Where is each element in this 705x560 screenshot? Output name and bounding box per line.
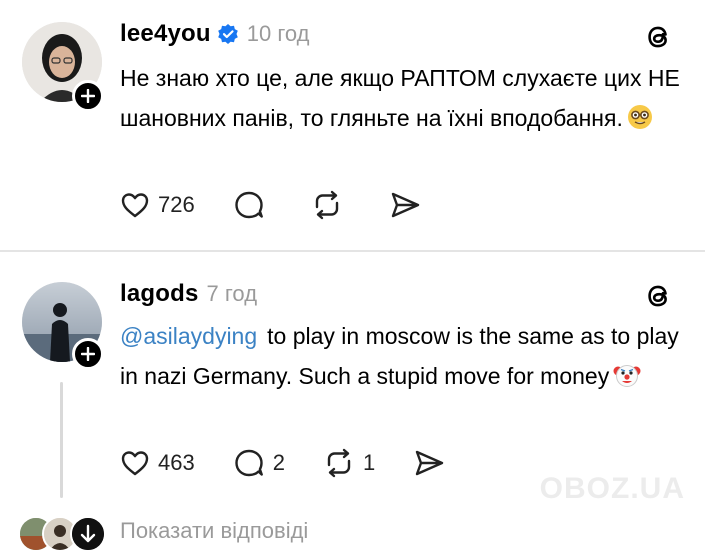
follow-plus-button[interactable] <box>72 80 104 112</box>
like-button[interactable]: 726 <box>120 191 195 219</box>
like-count: 463 <box>158 450 195 475</box>
clown-face-emoji-icon <box>613 360 641 400</box>
comment-bubble-icon <box>235 449 263 477</box>
comment-button[interactable]: 2 <box>233 448 285 478</box>
show-replies-row[interactable]: Показати відповіді <box>0 506 705 560</box>
comment-bubble-icon <box>235 191 263 219</box>
threads-logo-icon[interactable] <box>641 279 675 313</box>
heart-icon <box>121 193 149 218</box>
verified-badge-icon <box>217 23 239 45</box>
threads-logo-icon[interactable] <box>641 20 675 54</box>
comment-count: 2 <box>272 450 285 475</box>
share-send-icon <box>416 450 444 476</box>
repost-count: 1 <box>362 450 376 475</box>
watermark: OBOZ.UA <box>539 472 685 505</box>
post-text: @asilaydying to play in moscow is the sam… <box>120 316 680 400</box>
reply-avatars <box>18 514 108 552</box>
repost-button[interactable]: 1 <box>323 448 375 478</box>
share-send-icon <box>391 192 419 218</box>
username[interactable]: lee4you <box>120 20 211 48</box>
mention-link[interactable]: @asilaydying <box>120 323 257 349</box>
heart-icon <box>121 451 149 476</box>
show-replies-label[interactable]: Показати відповіді <box>120 518 308 544</box>
nerd-face-emoji-icon <box>627 102 653 142</box>
post-time: 7 год <box>206 281 258 306</box>
username[interactable]: lagods <box>120 280 199 308</box>
repost-icon <box>315 190 338 220</box>
comment-button[interactable] <box>233 190 273 220</box>
follow-plus-button[interactable] <box>72 338 104 370</box>
post-text-content: Не знаю хто це, але якщо РАПТОМ слухаєте… <box>120 65 680 131</box>
post-actions: 726 <box>120 190 459 220</box>
post-time: 10 год <box>246 21 310 46</box>
share-button[interactable] <box>389 190 421 220</box>
post-header: lee4you 10 год <box>120 20 310 48</box>
post-lagods: lagods 7 год @asilaydying to play in mosc… <box>0 252 705 500</box>
thread-line <box>60 382 63 498</box>
like-count: 726 <box>158 192 195 217</box>
repost-icon <box>327 448 351 478</box>
expand-down-icon[interactable] <box>70 516 106 552</box>
post-lee4you: lee4you 10 год Не знаю хто це, але якщо … <box>0 0 705 250</box>
repost-button[interactable] <box>311 190 351 220</box>
post-actions: 463 2 1 <box>120 448 483 478</box>
post-header: lagods 7 год <box>120 280 257 308</box>
post-text: Не знаю хто це, але якщо РАПТОМ слухаєте… <box>120 58 680 142</box>
share-button[interactable] <box>413 448 445 478</box>
like-button[interactable]: 463 <box>120 449 195 477</box>
